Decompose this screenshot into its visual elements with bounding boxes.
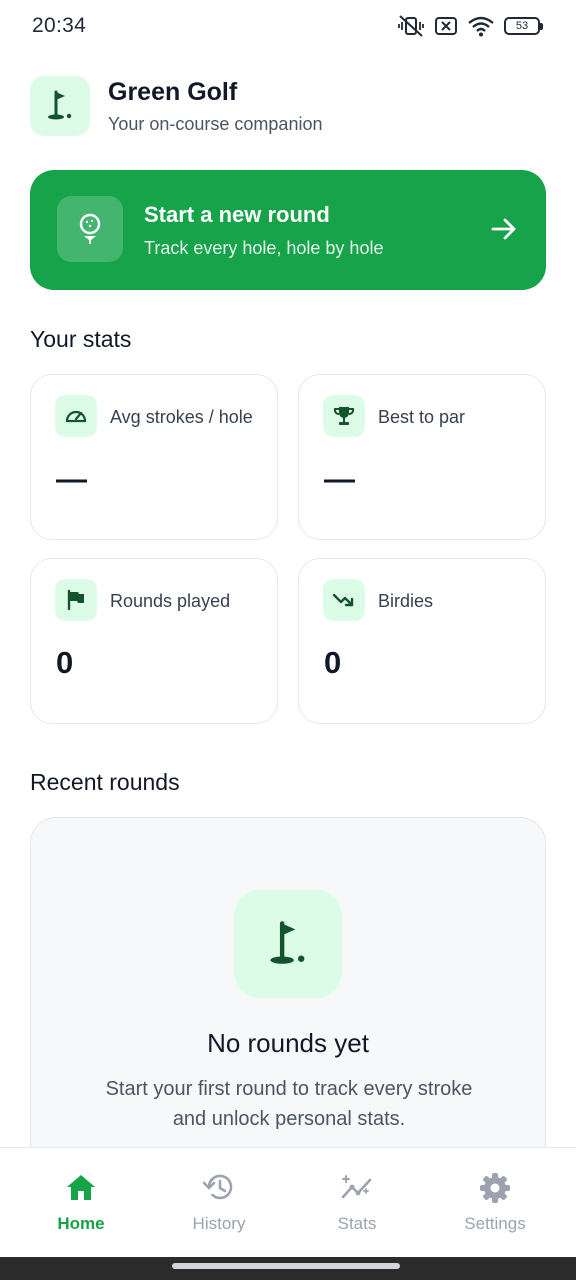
wifi-icon	[468, 15, 494, 37]
stat-value: —	[56, 461, 87, 496]
start-new-round-button[interactable]: Start a new round Track every hole, hole…	[30, 170, 546, 290]
bottom-navigation: Home History Stats Settings	[0, 1147, 576, 1257]
stats-icon	[341, 1175, 372, 1199]
home-icon	[67, 1175, 95, 1200]
golf-flag-icon	[48, 90, 72, 120]
trophy-icon	[323, 395, 365, 437]
battery-indicator: 53	[504, 17, 543, 35]
stat-value: 0	[56, 645, 74, 680]
stat-card-birdies: Birdies 0	[298, 558, 546, 724]
status-bar: 20:34 53	[0, 0, 576, 52]
status-time: 20:34	[32, 14, 87, 37]
arrow-right-icon	[491, 218, 516, 240]
start-round-subtitle: Track every hole, hole by hole	[144, 238, 384, 258]
home-gesture-handle[interactable]	[172, 1263, 400, 1269]
flag-icon	[55, 579, 97, 621]
gear-icon	[480, 1173, 510, 1203]
nav-item-settings[interactable]: Settings	[426, 1148, 564, 1258]
stat-label: Birdies	[378, 591, 434, 611]
home-screen: 20:34 53 Green Golf Your on-course compa…	[0, 0, 576, 1280]
history-icon	[203, 1174, 233, 1200]
start-icon-tile	[57, 196, 123, 262]
recent-rounds-empty-state: No rounds yet Start your first round to …	[30, 817, 546, 1177]
recent-section-title: Recent rounds	[30, 769, 180, 795]
golf-flag-icon	[270, 921, 305, 964]
speedometer-icon	[55, 395, 97, 437]
start-round-title: Start a new round	[144, 202, 330, 227]
no-sim-icon	[434, 15, 458, 37]
stat-value: 0	[324, 645, 342, 680]
stats-section-title: Your stats	[30, 326, 132, 352]
empty-state-title: No rounds yet	[207, 1028, 369, 1058]
stat-value: —	[324, 461, 355, 496]
nav-item-home[interactable]: Home	[12, 1148, 150, 1258]
stat-card-rounds-played: Rounds played 0	[30, 558, 278, 724]
nav-label: Stats	[337, 1214, 377, 1233]
nav-item-history[interactable]: History	[150, 1148, 288, 1258]
stat-label: Rounds played	[110, 591, 231, 611]
stat-card-avg-strokes: Avg strokes / hole —	[30, 374, 278, 540]
golf-ball-tee-icon	[79, 213, 101, 244]
app-subtitle: Your on-course companion	[108, 114, 323, 134]
app-logo	[30, 76, 90, 136]
nav-label: Settings	[464, 1214, 526, 1233]
trending-down-icon	[323, 579, 365, 621]
app-title: Green Golf	[108, 78, 238, 106]
stat-label: Best to par	[378, 407, 466, 427]
stat-label: Avg strokes / hole	[110, 407, 253, 427]
stat-card-best-to-par: Best to par —	[298, 374, 546, 540]
app-header: Green Golf Your on-course companion	[30, 76, 546, 136]
nav-item-stats[interactable]: Stats	[288, 1148, 426, 1258]
nav-label: Home	[57, 1214, 105, 1233]
nav-label: History	[192, 1214, 246, 1233]
mute-vibrate-icon	[398, 14, 424, 38]
empty-state-text: Start your first round to track every st…	[105, 1078, 473, 1130]
status-icons: 53	[398, 14, 543, 38]
empty-state-icon-tile	[234, 890, 342, 998]
